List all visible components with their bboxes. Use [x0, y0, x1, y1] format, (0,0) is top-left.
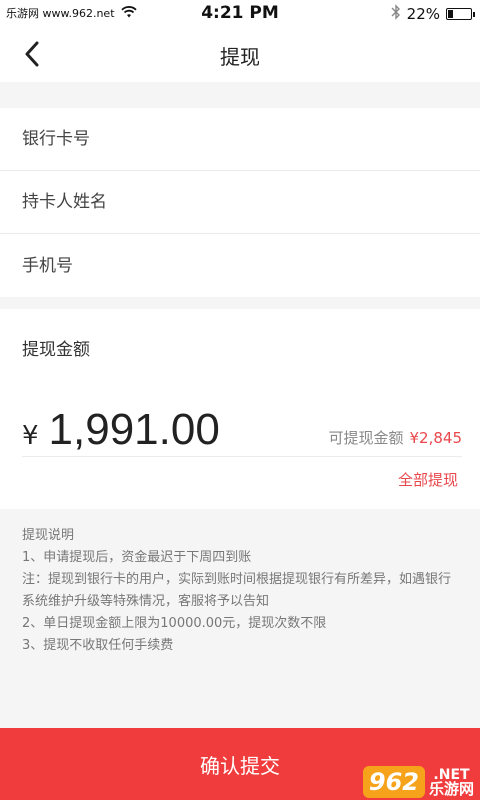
amount-panel: 提现金额 ¥ 1,991.00 可提现金额 ¥2,845 全部提现: [0, 309, 480, 509]
holder-name-input[interactable]: [22, 192, 480, 212]
status-right: 22%: [391, 4, 475, 24]
watermark-cn: 乐游网: [428, 779, 474, 798]
holder-name-row: [0, 171, 480, 234]
bank-card-input[interactable]: [22, 129, 480, 149]
bank-card-row: [0, 108, 480, 171]
notes-title: 提现说明: [22, 528, 75, 543]
withdraw-all-button[interactable]: 全部提现: [398, 469, 458, 490]
amount-value: 1,991.00: [48, 405, 220, 454]
bluetooth-icon: [391, 4, 401, 24]
available-label: 可提现金额: [328, 429, 404, 447]
notes-line: 2、单日提现金额上限为10000.00元，提现次数不限: [22, 616, 327, 631]
battery-fill: [448, 10, 453, 18]
phone-input[interactable]: [22, 255, 480, 276]
notes-line: 1、申请提现后，资金最迟于下周四到账: [22, 550, 252, 565]
available-value: ¥2,845: [409, 429, 463, 447]
phone-row: [0, 234, 480, 297]
card-info-form: [0, 108, 480, 297]
watermark-logo: 962 .NET 乐游网: [344, 748, 474, 798]
battery-icon: [446, 8, 475, 20]
notes-line: 3、提现不收取任何手续费: [22, 638, 174, 653]
page-title: 提现: [220, 45, 260, 69]
section-gap: [0, 82, 480, 108]
divider: [22, 456, 462, 457]
amount-input[interactable]: ¥ 1,991.00: [22, 405, 220, 455]
available-amount: 可提现金额 ¥2,845: [328, 427, 462, 448]
status-bar: 乐游网 www.962.net 4:21 PM 22%: [0, 0, 480, 26]
amount-label: 提现金额: [22, 340, 90, 360]
battery-percent: 22%: [406, 5, 440, 23]
notes-line: 注：提现到银行卡的用户，实际到账时间根据提现银行有所差异，如遇银行系统维护升级等…: [22, 572, 452, 609]
withdraw-notes: 提现说明 1、申请提现后，资金最迟于下周四到账 注：提现到银行卡的用户，实际到账…: [0, 509, 480, 673]
currency-symbol: ¥: [22, 421, 39, 451]
section-gap: [0, 297, 480, 309]
submit-label: 确认提交: [200, 753, 280, 778]
watermark-962: 962: [362, 766, 425, 798]
nav-bar: 提现: [0, 26, 480, 82]
